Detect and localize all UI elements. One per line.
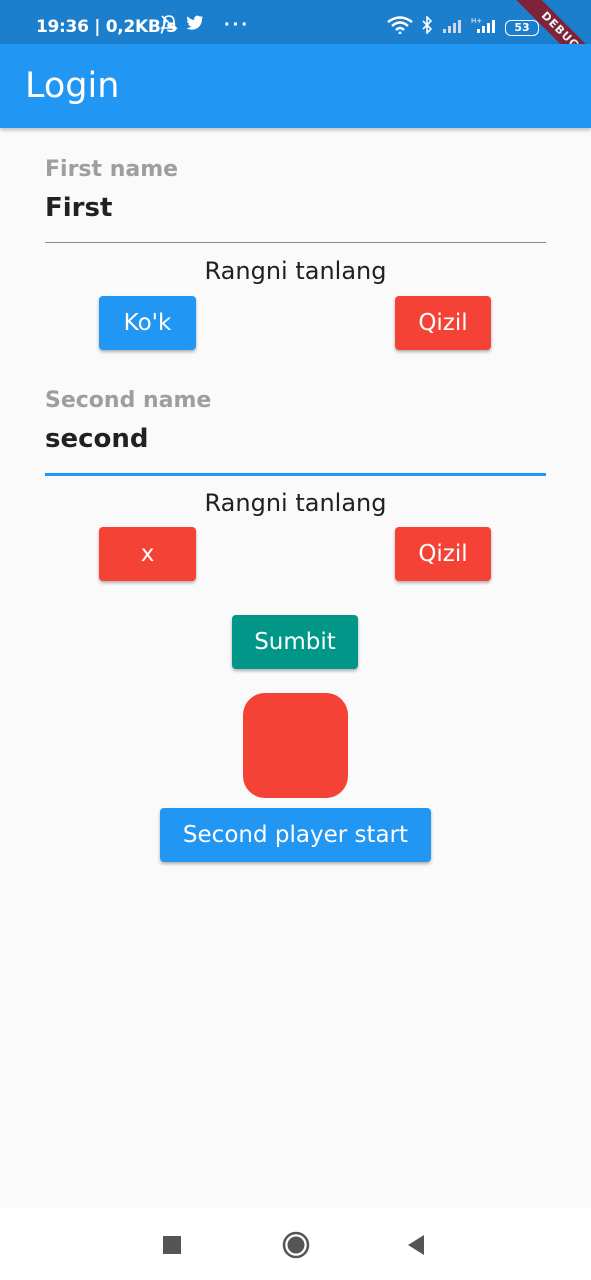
second-name-underline [45, 473, 546, 476]
status-time: 19:36 | 0,2KB/s [36, 17, 177, 37]
first-name-underline [45, 242, 546, 243]
choose-color-label-1: Rangni tanlang [204, 257, 387, 285]
x-color-button-2[interactable]: x [99, 527, 196, 581]
app-bar: Login [0, 44, 591, 128]
second-name-input[interactable]: second [45, 424, 149, 454]
second-name-label: Second name [45, 388, 212, 413]
twitter-icon [184, 14, 204, 37]
choose-color-label-2: Rangni tanlang [204, 489, 387, 517]
first-name-label: First name [45, 157, 179, 182]
signal-hplus-icon: H+ [471, 16, 497, 39]
recent-apps-icon[interactable] [162, 1235, 182, 1260]
page-title: Login [25, 66, 120, 106]
first-name-input[interactable]: First [45, 193, 112, 223]
signal-icon [441, 16, 463, 39]
notification-off-icon [160, 14, 178, 37]
svg-text:H+: H+ [471, 17, 482, 25]
navigation-bar [0, 1208, 591, 1280]
status-bar: 19:36 | 0,2KB/s ··· H+ 53 DEBUG [0, 0, 591, 84]
red-color-button-1[interactable]: Qizil [395, 296, 491, 350]
home-icon[interactable] [282, 1231, 310, 1264]
bluetooth-icon [421, 15, 433, 39]
back-icon[interactable] [406, 1234, 426, 1261]
red-color-button-2[interactable]: Qizil [395, 527, 491, 581]
blue-color-button-1[interactable]: Ko'k [99, 296, 196, 350]
color-preview-square [243, 693, 348, 798]
wifi-icon [387, 16, 413, 39]
second-player-start-button[interactable]: Second player start [160, 808, 431, 862]
submit-button[interactable]: Sumbit [232, 615, 358, 669]
battery-icon: 53 [505, 19, 539, 36]
more-icon: ··· [224, 14, 250, 36]
